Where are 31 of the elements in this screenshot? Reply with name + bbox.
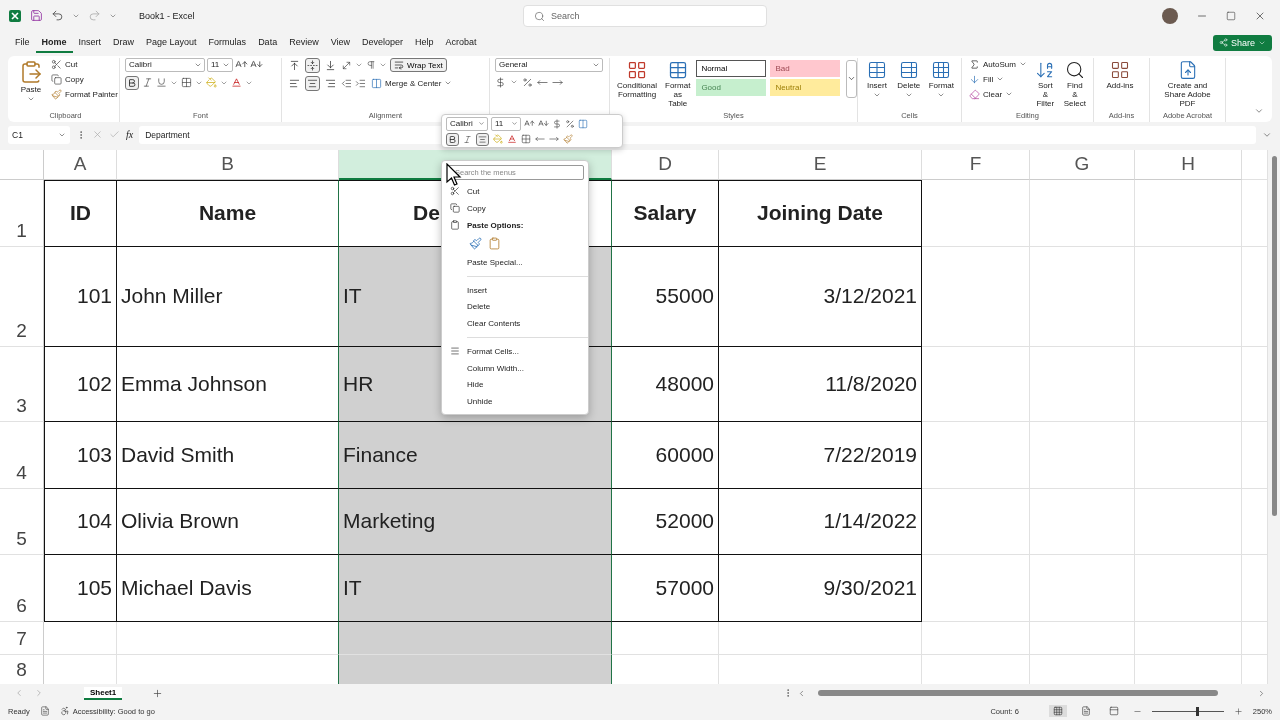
- cell-value: Marketing: [343, 509, 436, 534]
- cell-value: 9/30/2021: [823, 575, 917, 600]
- cell-value: 103: [76, 442, 112, 467]
- header-cell: Name: [117, 179, 339, 247]
- cell-value: 105: [76, 575, 112, 600]
- cell-value: 101: [76, 284, 112, 309]
- cell-value: 7/22/2019: [823, 442, 917, 467]
- cell-value: 3/12/2021: [823, 284, 917, 309]
- cell-value: 57000: [655, 575, 714, 600]
- cell-value: Emma Johnson: [121, 371, 267, 396]
- header-cell: Salary: [612, 179, 719, 247]
- cell-value: 60000: [655, 442, 714, 467]
- cell-value: 52000: [655, 509, 714, 534]
- cell-value: 102: [76, 371, 112, 396]
- cell-value: David Smith: [121, 442, 235, 467]
- cell-value: IT: [343, 575, 362, 600]
- header-cell: ID: [44, 179, 117, 247]
- cell-value: HR: [343, 371, 374, 396]
- cell-value: 11/8/2020: [825, 371, 917, 396]
- cell-value: 55000: [655, 284, 714, 309]
- cell-value: 48000: [655, 371, 714, 396]
- cell-value: 1/14/2022: [823, 509, 917, 534]
- cell-value: Olivia Brown: [121, 509, 239, 534]
- window-title: Book1 - Excel: [139, 10, 195, 21]
- cell-value: IT: [343, 284, 362, 309]
- cell-value: Finance: [343, 442, 418, 467]
- menu-section-heading: Paste Options:: [442, 216, 588, 234]
- header-cell: Joining Date: [719, 179, 922, 247]
- cell-value: Michael Davis: [121, 575, 252, 600]
- cell-value: 104: [76, 509, 112, 534]
- cell-value: John Miller: [121, 284, 223, 309]
